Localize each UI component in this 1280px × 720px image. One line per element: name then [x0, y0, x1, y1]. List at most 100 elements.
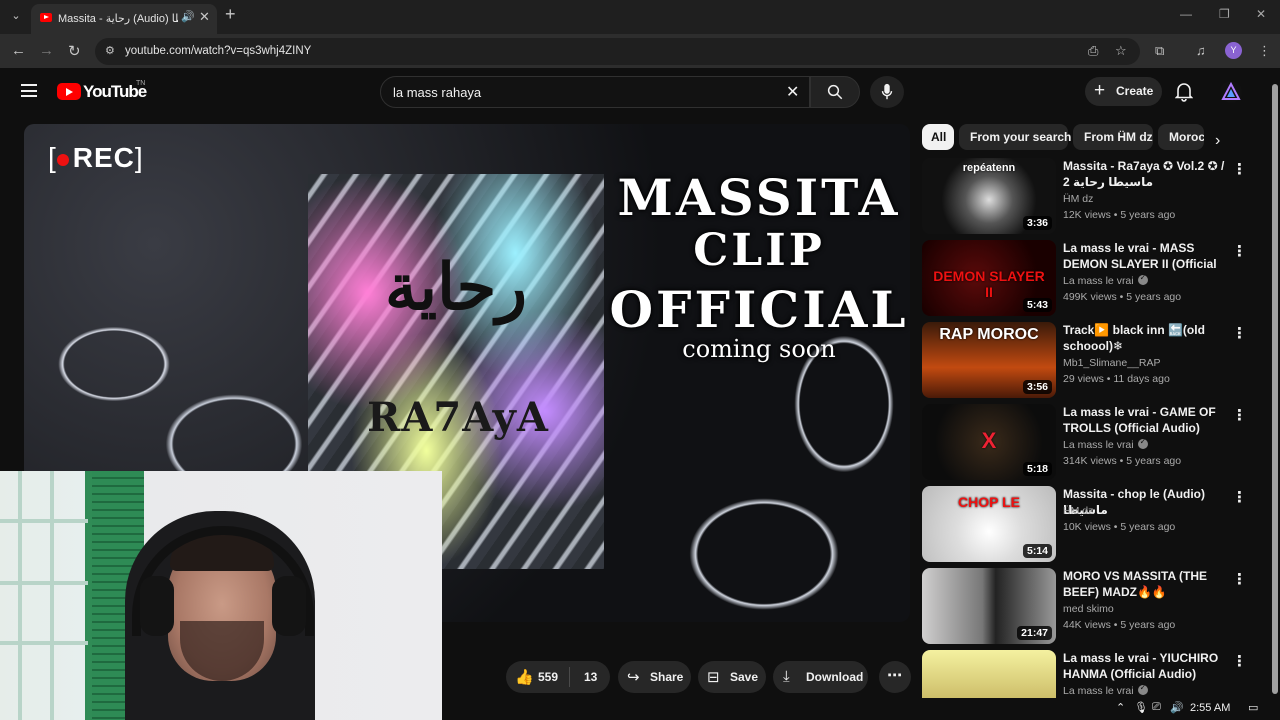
channel-name[interactable]: med skimo [1063, 603, 1114, 615]
channel-name[interactable]: La mass le vrai [1063, 437, 1148, 451]
forward-icon[interactable]: → [39, 42, 54, 59]
cover-arabic-title: رحاية [384, 250, 528, 325]
chevron-right-icon[interactable]: › [1215, 132, 1220, 150]
channel-name[interactable]: La mass le vrai [1063, 683, 1148, 697]
like-icon[interactable]: 👍 [515, 668, 534, 686]
tab-search-icon[interactable]: ⌄ [6, 6, 26, 26]
duration-badge: 5:18 [1022, 462, 1052, 476]
list-item[interactable]: repéatenn 3:36 Massita - Ra7aya ✪ Vol.2 … [922, 158, 1252, 234]
back-icon[interactable]: ← [11, 42, 26, 59]
webcam-background-door [0, 471, 88, 720]
chip-from-channel[interactable]: From ḦM dz [1073, 124, 1153, 150]
video-title[interactable]: La mass le vrai - YIUCHIRO HANMA (Offici… [1063, 650, 1228, 682]
share-button[interactable]: ↪ Share [618, 661, 691, 693]
country-code: TN [136, 80, 146, 87]
notifications-tray-icon[interactable]: ▭ [1248, 701, 1258, 714]
channel-name[interactable]: ḦM dz [1063, 505, 1093, 517]
tab-close-icon[interactable]: ✕ [199, 9, 210, 25]
search-button[interactable] [810, 76, 860, 108]
promo-text-block: MASSITA CLIP OFFICIAL coming soon [609, 168, 909, 363]
more-vertical-icon[interactable]: ⋮ [1232, 324, 1247, 342]
more-actions-button[interactable]: ⋯ [879, 661, 911, 693]
search-input[interactable]: la mass rahaya ✕ [380, 76, 810, 108]
account-logo-icon [1221, 81, 1241, 100]
video-title[interactable]: Massita - Ra7aya ✪ Vol.2 ✪ / ماسيطا رحاي… [1063, 158, 1228, 190]
restore-icon[interactable]: ❐ [1219, 7, 1230, 21]
verified-icon [1137, 273, 1148, 285]
tray-network-icon[interactable]: ⎚ [1152, 701, 1161, 714]
scrollbar-thumb[interactable] [1272, 84, 1278, 694]
channel-name[interactable]: ḦM dz [1063, 193, 1093, 205]
chip-from-your-search[interactable]: From your search [959, 124, 1071, 150]
site-info-icon[interactable]: ⚙ [105, 44, 115, 57]
list-item[interactable]: RAP MOROC 3:56 Track▶️ black inn 🔙(old s… [922, 322, 1252, 398]
promo-line-3: OFFICIAL [609, 280, 909, 339]
url-text[interactable]: youtube.com/watch?v=qs3whj4ZINY [125, 45, 311, 57]
more-vertical-icon[interactable]: ⋮ [1232, 570, 1247, 588]
more-vertical-icon[interactable]: ⋮ [1232, 406, 1247, 424]
notifications-bell-icon[interactable] [1175, 82, 1193, 102]
video-thumbnail[interactable]: 21:47 [922, 568, 1056, 644]
more-vertical-icon[interactable]: ⋮ [1232, 242, 1247, 260]
install-app-icon[interactable]: ⎙ [1088, 43, 1098, 59]
video-thumbnail[interactable]: DEMON SLAYER II 5:43 [922, 240, 1056, 316]
video-meta: 44K views • 5 years ago [1063, 619, 1176, 631]
channel-name[interactable]: La mass le vrai [1063, 273, 1148, 287]
video-title[interactable]: Track▶️ black inn 🔙(old schoool)❄ [1063, 322, 1228, 354]
media-control-icon[interactable]: ♫ [1196, 43, 1206, 58]
profile-avatar[interactable]: Y [1225, 42, 1242, 59]
tab-audio-icon[interactable]: 🔊 [181, 10, 195, 23]
guide-menu-icon[interactable] [21, 84, 37, 97]
filter-chips: All From your search From ḦM dz Moroc [922, 124, 1240, 150]
download-button[interactable]: ⤓ Download [773, 661, 868, 693]
browser-tab-active[interactable]: Massita - رحاية (Audio) ماسيطا 🔊 ✕ [31, 4, 217, 34]
chip-all[interactable]: All [922, 124, 954, 150]
video-title[interactable]: La mass le vrai - GAME OF TROLLS (Offici… [1063, 404, 1228, 436]
new-tab-icon[interactable]: + [225, 4, 236, 25]
clear-search-icon[interactable]: ✕ [786, 82, 799, 102]
address-bar[interactable]: ⚙ youtube.com/watch?v=qs3whj4ZINY ⎙ ☆ [95, 38, 1140, 65]
tray-chevron-icon[interactable]: ⌃ [1116, 701, 1125, 714]
list-item[interactable]: 21:47 MORO VS MASSITA (THE BEEF) MADZ🔥🔥 … [922, 568, 1252, 644]
video-thumbnail[interactable] [922, 650, 1056, 698]
promo-line-2: CLIP [693, 225, 825, 276]
account-avatar[interactable] [1220, 81, 1242, 103]
search-icon [827, 84, 843, 100]
more-vertical-icon[interactable]: ⋮ [1232, 488, 1247, 506]
list-item[interactable]: X 5:18 La mass le vrai - GAME OF TROLLS … [922, 404, 1252, 480]
clock-time[interactable]: 2:55 AM [1190, 702, 1230, 714]
video-thumbnail[interactable]: X 5:18 [922, 404, 1056, 480]
list-item[interactable]: La mass le vrai - YIUCHIRO HANMA (Offici… [922, 650, 1252, 698]
tray-mic-icon[interactable]: 🎙 [1134, 701, 1148, 714]
video-title[interactable]: La mass le vrai - MASS DEMON SLAYER II (… [1063, 240, 1228, 272]
youtube-header: YouTube TN la mass rahaya ✕ + Create [0, 68, 1270, 116]
chip-moroc[interactable]: Moroc [1158, 124, 1204, 150]
create-button[interactable]: + Create [1085, 77, 1162, 106]
bookmark-star-icon[interactable]: ☆ [1115, 43, 1127, 59]
save-button[interactable]: ⊟ Save [698, 661, 766, 693]
plus-icon: + [1094, 80, 1106, 101]
voice-search-button[interactable] [870, 76, 904, 108]
like-count[interactable]: 559 [538, 670, 558, 684]
dislike-count[interactable]: 13 [584, 670, 597, 684]
youtube-logo-icon[interactable] [57, 83, 81, 100]
search-query[interactable]: la mass rahaya [393, 85, 481, 100]
browser-menu-icon[interactable]: ⋮ [1258, 43, 1271, 59]
page-scrollbar[interactable] [1270, 68, 1280, 698]
more-vertical-icon[interactable]: ⋮ [1232, 160, 1247, 178]
video-thumbnail[interactable]: repéatenn 3:36 [922, 158, 1056, 234]
channel-name[interactable]: Mb1_Slimane__RAP [1063, 357, 1160, 369]
more-vertical-icon[interactable]: ⋮ [1232, 652, 1247, 670]
reload-icon[interactable]: ↻ [68, 42, 81, 60]
window-close-icon[interactable]: ✕ [1256, 7, 1266, 21]
list-item[interactable]: CHOP LE 5:14 Massita - chop le (Audio) م… [922, 486, 1252, 562]
tray-volume-icon[interactable]: 🔊 [1170, 701, 1184, 714]
minimize-icon[interactable]: — [1180, 7, 1192, 21]
list-item[interactable]: DEMON SLAYER II 5:43 La mass le vrai - M… [922, 240, 1252, 316]
video-thumbnail[interactable]: CHOP LE 5:14 [922, 486, 1056, 562]
video-thumbnail[interactable]: RAP MOROC 3:56 [922, 322, 1056, 398]
extensions-icon[interactable]: ⧉ [1155, 43, 1164, 59]
bookmark-icon: ⊟ [707, 669, 720, 686]
create-label: Create [1116, 84, 1154, 98]
video-title[interactable]: MORO VS MASSITA (THE BEEF) MADZ🔥🔥 [1063, 568, 1228, 600]
